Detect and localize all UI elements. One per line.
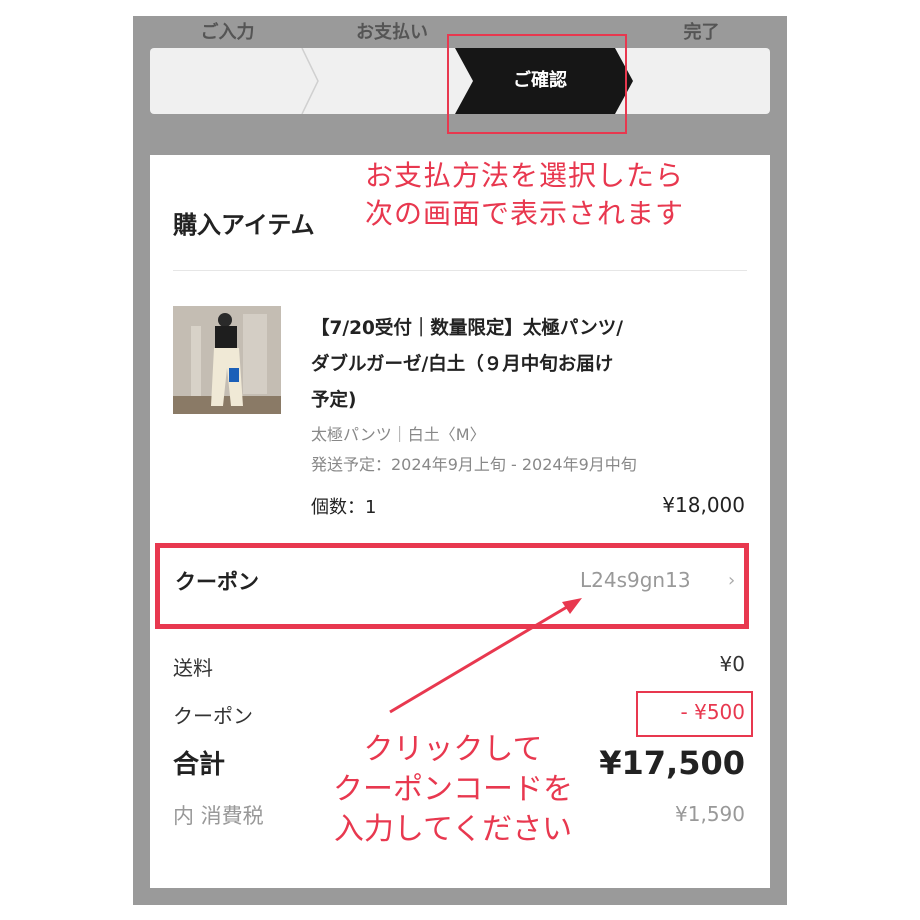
tax-label: 内 消費税 — [173, 804, 264, 828]
annotation-top-line2: 次の画面で表示されます — [365, 197, 685, 230]
tax-value: ¥1,590 — [675, 802, 745, 826]
annotation-highlight-step — [447, 34, 627, 134]
coupon-discount-label: クーポン — [173, 704, 253, 728]
product-name-line1: 【7/20受付｜数量限定】太極パンツ/ — [311, 318, 624, 339]
product-variant: 太極パンツ｜白土〈M〉 — [311, 425, 486, 444]
item-price: ¥18,000 — [662, 493, 745, 517]
step-input: ご入力 — [200, 22, 255, 43]
annotation-bottom-note: クリックして クーポンコードを 入力してください — [318, 730, 588, 850]
product-name[interactable]: 【7/20受付｜数量限定】太極パンツ/ ダブルガーゼ/白土（９月中旬お届け 予定… — [311, 311, 731, 419]
product-thumbnail[interactable] — [173, 306, 281, 414]
section-title: 購入アイテム — [173, 211, 315, 239]
total-value: ¥17,500 — [599, 744, 745, 782]
divider — [173, 270, 747, 271]
annotation-bottom-line2: クーポンコードを — [333, 772, 573, 807]
coupon-label: クーポン — [175, 570, 259, 594]
step-complete: 完了 — [683, 22, 720, 43]
product-name-line3: 予定) — [311, 390, 357, 411]
annotation-top-line1: お支払方法を選択したら — [365, 159, 685, 192]
coupon-discount-value: - ¥500 — [680, 700, 745, 724]
chevron-right-icon[interactable]: › — [728, 570, 735, 591]
shipping-fee-label: 送料 — [173, 656, 213, 680]
annotation-top-note: お支払方法を選択したら 次の画面で表示されます — [365, 157, 684, 233]
coupon-code[interactable]: L24s9gn13 — [580, 568, 691, 592]
annotation-bottom-line3: 入力してください — [333, 812, 573, 847]
shipping-schedule: 発送予定：2024年9月上旬 - 2024年9月中旬 — [311, 455, 637, 474]
shipping-fee-value: ¥0 — [719, 652, 745, 676]
annotation-bottom-line1: クリックして — [363, 732, 543, 767]
total-label: 合計 — [173, 750, 226, 780]
product-name-line2: ダブルガーゼ/白土（９月中旬お届け — [311, 354, 614, 375]
quantity: 個数：1 — [311, 497, 377, 518]
